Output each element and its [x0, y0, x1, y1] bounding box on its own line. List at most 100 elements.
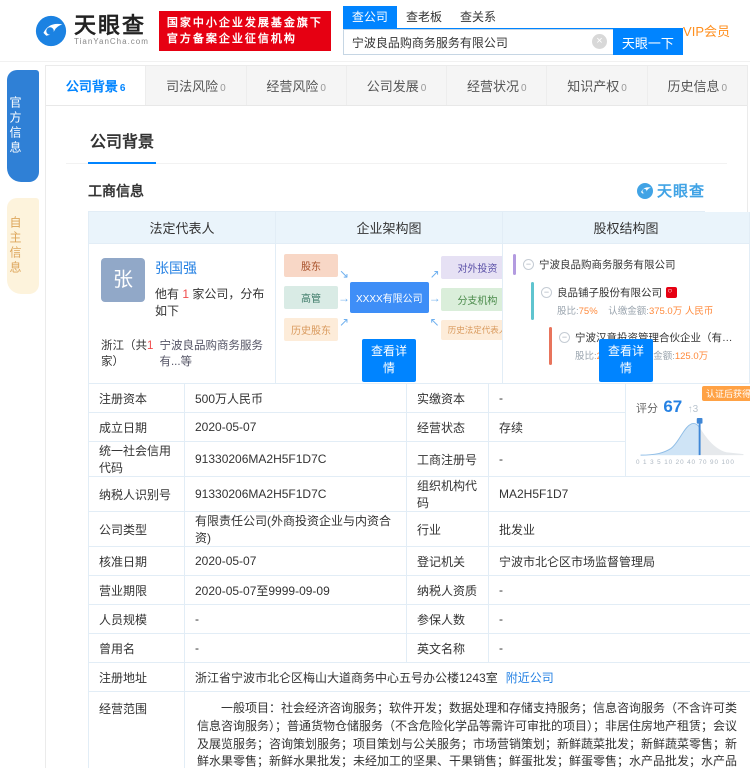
- row-value: 91330206MA2H5F1D7C: [185, 442, 407, 477]
- main-panel: 公司背景6 司法风险0 经营风险0 公司发展0 经营状况0 知识产权0 历史信息…: [45, 65, 748, 768]
- collapse-icon[interactable]: −: [523, 259, 534, 270]
- row-value: 91330206MA2H5F1D7C: [185, 477, 407, 512]
- score-distribution-chart: [636, 417, 748, 457]
- arrow-up-right-icon: ↗: [338, 315, 350, 329]
- collapse-icon[interactable]: −: [541, 287, 552, 298]
- row-label: 统一社会信用代码: [89, 442, 185, 477]
- business-scope-text: 一般项目：社会经济咨询服务；软件开发；数据处理和存储支持服务；信息咨询服务（不含…: [185, 692, 750, 768]
- org-node-executives[interactable]: 高管: [284, 286, 338, 309]
- row-label: 组织机构代码: [407, 477, 489, 512]
- search-input[interactable]: [343, 29, 613, 55]
- row-value: 存续: [489, 413, 626, 442]
- row-label: 人员规模: [89, 605, 185, 634]
- arrow-right-icon: →: [429, 291, 441, 305]
- row-value: -: [489, 576, 750, 605]
- listed-company-icon: [666, 287, 677, 298]
- nearby-companies-link[interactable]: 附近公司: [506, 669, 554, 686]
- search-tab-relation[interactable]: 查关系: [451, 6, 505, 28]
- row-label: 经营范围: [89, 692, 185, 768]
- top-header: 天眼查 TianYanCha.com 国家中小企业发展基金旗下 官方备案企业征信…: [0, 0, 750, 62]
- row-value: -: [185, 634, 407, 663]
- row-value: -: [185, 605, 407, 634]
- watermark-logo: 天眼查: [636, 180, 705, 201]
- tab-history-info[interactable]: 历史信息0: [648, 66, 747, 105]
- row-value: 批发业: [489, 512, 750, 547]
- row-value: 宁波市北仑区市场监督管理局: [489, 547, 750, 576]
- eye-icon: [34, 14, 68, 48]
- score-delta: ↑3: [688, 404, 699, 415]
- org-chart-panel: 股东 高管 历史股东 ↘ → ↗ XXXX有限公司 ↗ → ↖: [276, 244, 503, 384]
- company-score-widget: 认证后获得 评分 67 ↑3 0 1 3 5 10 20 40 70 90 10…: [626, 384, 750, 477]
- row-value: 2020-05-07至9999-09-09: [185, 576, 407, 605]
- row-label: 核准日期: [89, 547, 185, 576]
- score-badge: 认证后获得: [702, 386, 750, 401]
- arrow-right-icon: →: [338, 291, 350, 305]
- row-label: 注册地址: [89, 663, 185, 692]
- related-company-link[interactable]: 宁波良品购商务服务有...等: [159, 337, 265, 369]
- org-node-branch[interactable]: 分支机构: [441, 288, 503, 311]
- page-title: 公司背景: [88, 122, 156, 164]
- tab-judicial-risk[interactable]: 司法风险0: [146, 66, 246, 105]
- tab-operation-risk[interactable]: 经营风险0: [247, 66, 347, 105]
- equity-company-link[interactable]: 宁波良品购商务服务有限公司: [539, 257, 676, 272]
- col-header-org-chart: 企业架构图: [276, 212, 503, 244]
- row-value: -: [489, 634, 750, 663]
- legal-rep-panel: 张 张国强 他有 1 家公司，分布如下 浙江（共1家） 宁波良品购商务服: [89, 244, 276, 384]
- legal-rep-name-link[interactable]: 张国强: [155, 258, 265, 278]
- equity-node-shareholder1: − 良品铺子股份有限公司 股比:75% 认缴金额:375.0万 人民币: [531, 282, 743, 320]
- tab-intellectual-property[interactable]: 知识产权0: [547, 66, 647, 105]
- subsection-title: 工商信息: [88, 181, 144, 201]
- score-axis-labels: 0 1 3 5 10 20 40 70 90 100: [636, 459, 737, 465]
- row-label: 纳税人识别号: [89, 477, 185, 512]
- equity-root-node: − 宁波良品购商务服务有限公司: [513, 254, 743, 275]
- row-label: 注册资本: [89, 384, 185, 413]
- legal-rep-desc: 他有 1 家公司，分布如下: [155, 285, 265, 319]
- col-header-legal-rep: 法定代表人: [89, 212, 276, 244]
- org-chart-detail-button[interactable]: 查看详情: [362, 339, 416, 382]
- clear-icon[interactable]: ×: [592, 34, 607, 49]
- business-info-table: 注册资本 500万人民币 实缴资本 - 认证后获得 评分 67 ↑3: [88, 384, 705, 768]
- equity-company-link[interactable]: 良品铺子股份有限公司: [557, 285, 662, 300]
- eye-icon: [636, 182, 654, 200]
- business-info-panels: 法定代表人 企业架构图 股权结构图 张 张国强 他有 1 家公司，分布如下: [88, 211, 705, 384]
- tianyancha-logo[interactable]: 天眼查 TianYanCha.com: [34, 14, 149, 48]
- org-node-investment[interactable]: 对外投资: [441, 256, 503, 279]
- equity-chart-panel: − 宁波良品购商务服务有限公司 − 良品铺子股份有限公司 股比:75% 认缴金额…: [503, 244, 750, 384]
- brand-name: 天眼查: [74, 15, 149, 37]
- side-tab-official-info[interactable]: 官方信息: [7, 70, 39, 182]
- avatar: 张: [101, 258, 145, 302]
- org-node-shareholder[interactable]: 股东: [284, 254, 338, 277]
- row-label: 实缴资本: [407, 384, 489, 413]
- search-area: 查公司 查老板 查关系 × 天眼一下: [343, 6, 683, 55]
- tab-company-development[interactable]: 公司发展0: [347, 66, 447, 105]
- arrow-up-right-icon: ↗: [429, 267, 441, 281]
- row-value: -: [489, 605, 750, 634]
- side-tab-self-info[interactable]: 自主信息: [7, 198, 39, 294]
- org-node-company: XXXX有限公司: [350, 282, 429, 313]
- org-node-hist-rep[interactable]: 历史法定代表人: [441, 320, 503, 340]
- right-arrows: ↗ → ↖: [429, 267, 441, 329]
- org-node-hist-shareholder[interactable]: 历史股东: [284, 318, 338, 341]
- address-value: 浙江省宁波市北仑区梅山大道商务中心五号办公楼1243室 附近公司: [185, 663, 750, 692]
- search-button[interactable]: 天眼一下: [613, 29, 683, 55]
- col-header-equity-chart: 股权结构图: [503, 212, 750, 244]
- arrow-up-left-icon: ↖: [429, 315, 441, 329]
- arrow-down-right-icon: ↘: [338, 267, 350, 281]
- row-value: 2020-05-07: [185, 547, 407, 576]
- search-tab-boss[interactable]: 查老板: [397, 6, 451, 28]
- collapse-icon[interactable]: −: [559, 332, 570, 343]
- row-value: 2020-05-07: [185, 413, 407, 442]
- equity-ratio-amount: 股比:75% 认缴金额:375.0万 人民币: [541, 303, 739, 317]
- tab-operation-status[interactable]: 经营状况0: [447, 66, 547, 105]
- equity-chart-detail-button[interactable]: 查看详情: [599, 339, 653, 382]
- row-label: 公司类型: [89, 512, 185, 547]
- row-value: MA2H5F1D7: [489, 477, 750, 512]
- row-label: 成立日期: [89, 413, 185, 442]
- search-tab-company[interactable]: 查公司: [343, 6, 397, 28]
- tab-company-background[interactable]: 公司背景6: [46, 66, 146, 105]
- vip-member-link[interactable]: VIP会员: [683, 21, 738, 40]
- row-label: 工商注册号: [407, 442, 489, 477]
- row-label: 经营状态: [407, 413, 489, 442]
- row-label: 英文名称: [407, 634, 489, 663]
- row-label: 参保人数: [407, 605, 489, 634]
